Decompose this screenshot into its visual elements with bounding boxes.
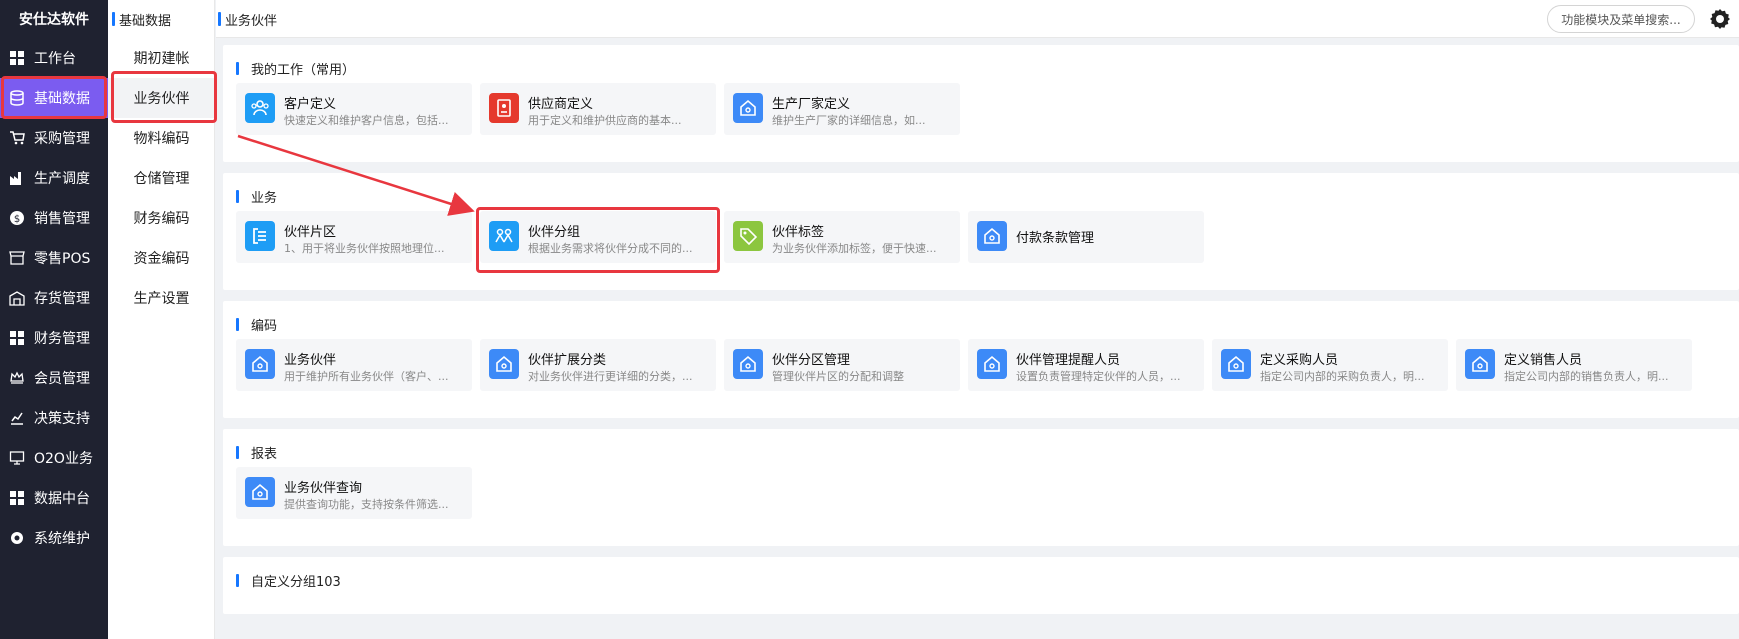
arrow-annotation bbox=[237, 134, 475, 216]
